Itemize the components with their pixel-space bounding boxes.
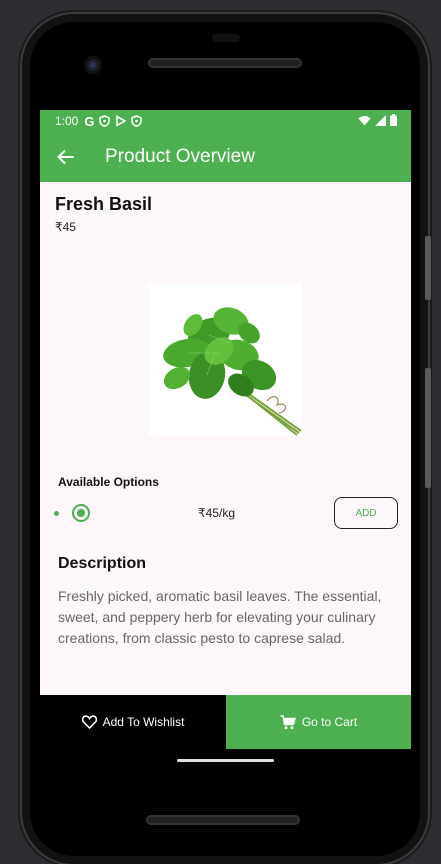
description-heading: Description: [58, 555, 147, 572]
gesture-nav-bar: [40, 749, 411, 777]
cart-icon: [280, 714, 296, 729]
add-to-wishlist-button[interactable]: Add To Wishlist: [40, 695, 226, 749]
option-radio[interactable]: [72, 504, 90, 522]
shield-icon: [131, 115, 143, 127]
bottom-action-bar: Add To Wishlist Go to Cart: [40, 695, 411, 749]
google-icon: G: [84, 113, 95, 129]
play-icon: [116, 115, 127, 127]
product-details: Fresh Basil ₹45 Available Options ₹45/kg…: [40, 182, 411, 695]
back-button[interactable]: [54, 145, 78, 169]
option-row: ₹45/kg ADD: [40, 497, 411, 529]
app-bar: Product Overview: [40, 132, 411, 182]
list-bullet: [54, 511, 59, 516]
volume-button: [425, 368, 431, 488]
power-button: [425, 236, 431, 300]
cart-label: Go to Cart: [301, 715, 358, 729]
page-title: Product Overview: [105, 146, 255, 167]
heart-outline-icon: [81, 715, 97, 729]
status-notification-icons: G: [84, 113, 143, 129]
front-sensor: [212, 34, 240, 42]
battery-icon: [390, 114, 397, 126]
front-camera: [84, 56, 102, 74]
status-bar: 1:00 G: [40, 110, 411, 132]
product-name: Fresh Basil: [55, 194, 153, 214]
app-screen: 1:00 G Product Overview Fresh Basil ₹45 …: [40, 110, 411, 777]
signal-icon: [375, 114, 386, 126]
shield-icon: [99, 115, 111, 127]
product-price: ₹45: [55, 220, 76, 234]
option-price: ₹45/kg: [198, 506, 235, 520]
basil-illustration: [163, 307, 302, 436]
description-text: Freshly picked, aromatic basil leaves. T…: [58, 588, 382, 646]
bottom-speaker: [146, 815, 300, 825]
available-options-heading: Available Options: [58, 475, 159, 489]
arrow-back-icon: [57, 149, 74, 165]
add-button[interactable]: ADD: [334, 497, 398, 529]
status-system-icons: [358, 114, 397, 126]
basil-image: [149, 283, 302, 436]
earpiece-speaker: [148, 58, 302, 68]
wishlist-label: Add To Wishlist: [102, 715, 185, 729]
home-indicator[interactable]: [177, 759, 274, 762]
go-to-cart-button[interactable]: Go to Cart: [226, 695, 411, 749]
wifi-icon: [358, 115, 371, 125]
status-time: 1:00: [55, 114, 79, 128]
